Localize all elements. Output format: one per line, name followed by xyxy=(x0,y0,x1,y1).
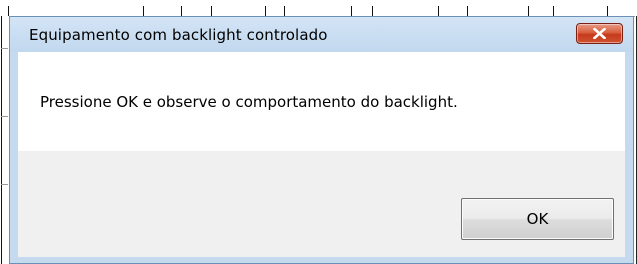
dialog-message: Pressione OK e observe o comportamento d… xyxy=(40,93,458,111)
ruler-tick xyxy=(8,6,9,16)
ruler-tick xyxy=(372,6,373,16)
background-left-edge xyxy=(0,16,9,264)
ruler-tick xyxy=(607,6,608,16)
message-dialog: Equipamento com backlight controlado Pre… xyxy=(9,16,634,264)
ruler-tick xyxy=(181,6,182,16)
background-ruler xyxy=(0,0,637,17)
row-mark xyxy=(1,116,8,117)
message-area: Pressione OK e observe o comportamento d… xyxy=(18,52,625,151)
left-edge-line xyxy=(1,16,2,264)
ruler-tick xyxy=(438,6,439,16)
close-button[interactable] xyxy=(576,23,623,44)
ruler-tick xyxy=(528,6,529,16)
dialog-content: Pressione OK e observe o comportamento d… xyxy=(18,52,625,257)
close-icon xyxy=(593,28,606,39)
ruler-tick xyxy=(143,6,144,16)
ok-button[interactable]: OK xyxy=(461,198,614,240)
ruler-tick xyxy=(553,6,554,16)
row-mark xyxy=(1,184,8,185)
dialog-title: Equipamento com backlight controlado xyxy=(29,26,328,44)
row-mark xyxy=(1,48,8,49)
dialog-title-bar[interactable]: Equipamento com backlight controlado xyxy=(10,17,633,52)
ruler-tick xyxy=(467,6,468,16)
ruler-tick xyxy=(284,6,285,16)
ruler-tick xyxy=(265,6,266,16)
ruler-tick xyxy=(211,6,212,16)
ruler-tick xyxy=(351,6,352,16)
